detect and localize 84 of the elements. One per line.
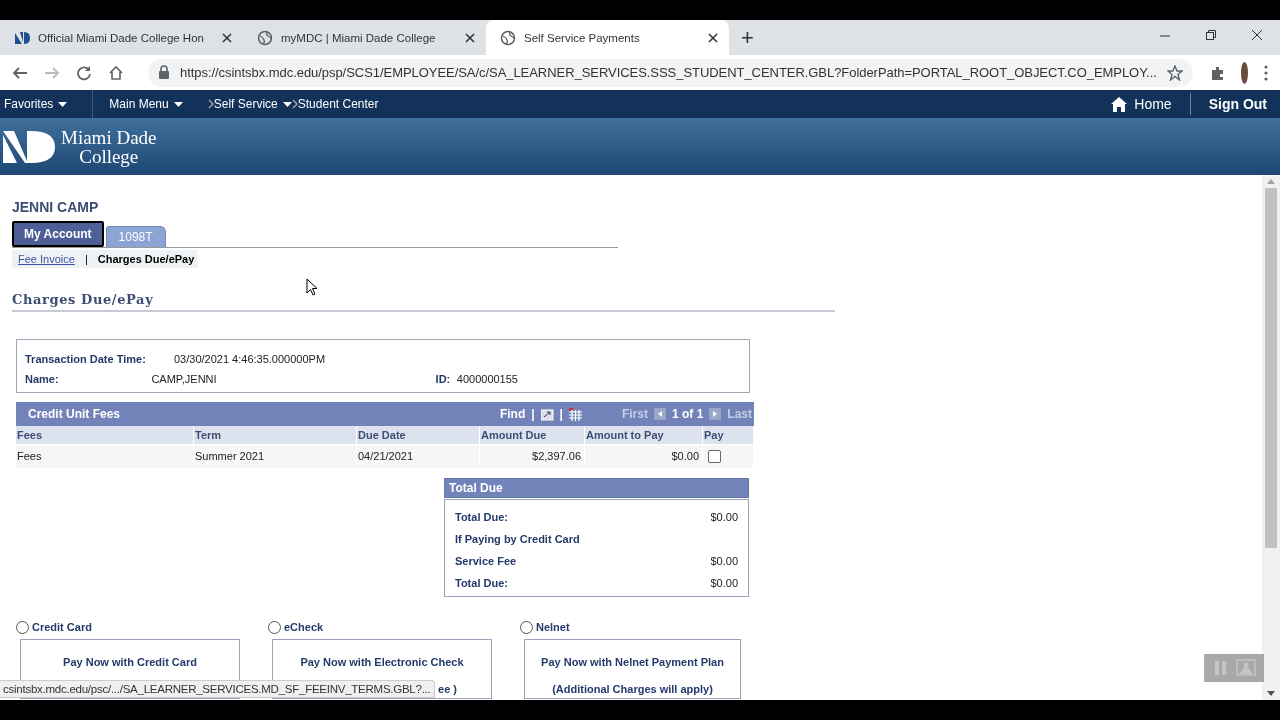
table-cell: 04/21/2021 <box>357 445 480 468</box>
home-icon[interactable] <box>108 64 124 81</box>
chevron-icon <box>291 99 298 109</box>
view-all-icon[interactable] <box>540 407 554 421</box>
field-value: CAMP,JENNI <box>151 373 218 385</box>
close-icon[interactable] <box>707 31 719 44</box>
field-label: ID: <box>435 373 452 385</box>
home-icon <box>1110 96 1129 112</box>
browser-tab[interactable]: Self Service Payments <box>486 20 729 55</box>
field-value: $0.00 <box>710 577 738 589</box>
separator: | <box>84 253 88 265</box>
separator: | <box>559 407 563 421</box>
option-label: Nelnet <box>536 621 570 633</box>
chevron-icon <box>207 99 214 109</box>
caret-icon <box>173 101 183 107</box>
column-header: Fees <box>16 426 194 445</box>
table-cell: Summer 2021 <box>194 445 357 468</box>
breadcrumb-link[interactable]: Self Service <box>213 97 292 111</box>
next-icon[interactable] <box>709 408 722 420</box>
option-label: eCheck <box>284 621 324 633</box>
find-link[interactable]: Find <box>499 407 526 421</box>
browser-tab[interactable]: Official Miami Dade College Hon <box>0 20 243 55</box>
home-link[interactable]: Home <box>1110 93 1191 115</box>
back-icon[interactable] <box>12 64 28 81</box>
restore-icon[interactable] <box>1206 30 1216 40</box>
sign-out-link[interactable]: Sign Out <box>1190 96 1280 112</box>
logo-text: College <box>79 146 139 166</box>
column-header: Pay <box>703 426 754 445</box>
logo-text: Miami Dade <box>61 127 157 147</box>
globe-icon <box>257 29 273 46</box>
column-header: Amount to Pay <box>585 426 703 445</box>
separator: | <box>531 407 535 421</box>
radio-button[interactable] <box>268 620 281 634</box>
field-label: Transaction Date Time: <box>25 353 147 365</box>
column-header: Term <box>194 426 357 445</box>
college-logo[interactable]: Miami Dade College <box>0 126 157 167</box>
field-value: 03/30/2021 4:46:35.000000PM <box>174 353 327 365</box>
payment-button[interactable]: Pay Now with Nelnet Payment Plan (Additional Charges will apply) <box>524 639 741 699</box>
field-label: Total Due: <box>455 511 508 523</box>
avatar[interactable] <box>1240 61 1248 84</box>
reload-icon[interactable] <box>76 64 92 81</box>
tab[interactable]: My Account <box>12 221 104 247</box>
page-count: 1 of 1 <box>671 407 704 421</box>
close-icon[interactable] <box>464 31 476 44</box>
field-label: Total Due: <box>455 577 508 589</box>
option-label: Credit Card <box>32 621 92 633</box>
cursor-icon <box>306 278 318 296</box>
breadcrumb-link[interactable]: Student Center <box>297 97 379 111</box>
field-label: If Paying by Credit Card <box>455 533 580 545</box>
field-label: Service Fee <box>455 555 517 567</box>
table-cell: $0.00 <box>585 445 703 468</box>
new-tab-button[interactable]: + <box>741 26 754 49</box>
nav-menu[interactable]: Main Menu <box>93 90 208 118</box>
grid-title: Credit Unit Fees <box>28 407 120 421</box>
close-icon[interactable] <box>221 31 233 44</box>
scrollbar[interactable] <box>1262 175 1280 700</box>
field-value: 4000000155 <box>456 373 519 385</box>
college-logo-icon <box>14 29 30 46</box>
link-preview-tooltip: csintsbx.mdc.edu/psc/.../SA_LEARNER_SERVICES.MD_SF_FEEINV_TERMS.GBL?... <box>0 680 435 698</box>
star-icon[interactable] <box>1166 64 1183 81</box>
lock-icon <box>158 65 170 80</box>
browser-tab[interactable]: myMDC | Miami Dade College <box>243 20 486 55</box>
address-bar[interactable]: https://csintsbx.mdc.edu/psp/SCS1/EMPLOYEE/SA/c/SA_LEARNER_SERVICES.SSS_STUDENT_CENTER.GBL?FolderPath=PORTAL_ROOT_OBJECT.CO_EMPLOY... <box>148 58 1193 87</box>
close-icon[interactable] <box>1252 30 1262 40</box>
menu-icon[interactable] <box>1264 64 1268 81</box>
table-cell: Fees <box>16 445 194 468</box>
column-header: Amount Due <box>480 426 585 445</box>
pay-checkbox[interactable] <box>708 450 721 463</box>
field-label: Name: <box>25 373 60 385</box>
column-header: Due Date <box>357 426 480 445</box>
globe-icon <box>500 29 516 46</box>
grid-icon[interactable] <box>568 407 582 421</box>
radio-button[interactable] <box>16 620 29 634</box>
page-title: Charges Due/ePay <box>12 292 835 312</box>
field-value: $0.00 <box>710 511 738 523</box>
panel-header: Total Due <box>444 478 749 498</box>
field-value: $0.00 <box>710 555 738 567</box>
previous-icon[interactable] <box>653 408 666 420</box>
student-name: JENNI CAMP <box>12 199 100 215</box>
radio-button[interactable] <box>520 620 533 634</box>
table-cell: $2,397.06 <box>480 445 585 468</box>
caret-icon <box>58 101 68 107</box>
subnav-link[interactable]: Fee Invoice <box>18 253 75 265</box>
subnav-link[interactable]: Charges Due/ePay <box>97 253 195 265</box>
